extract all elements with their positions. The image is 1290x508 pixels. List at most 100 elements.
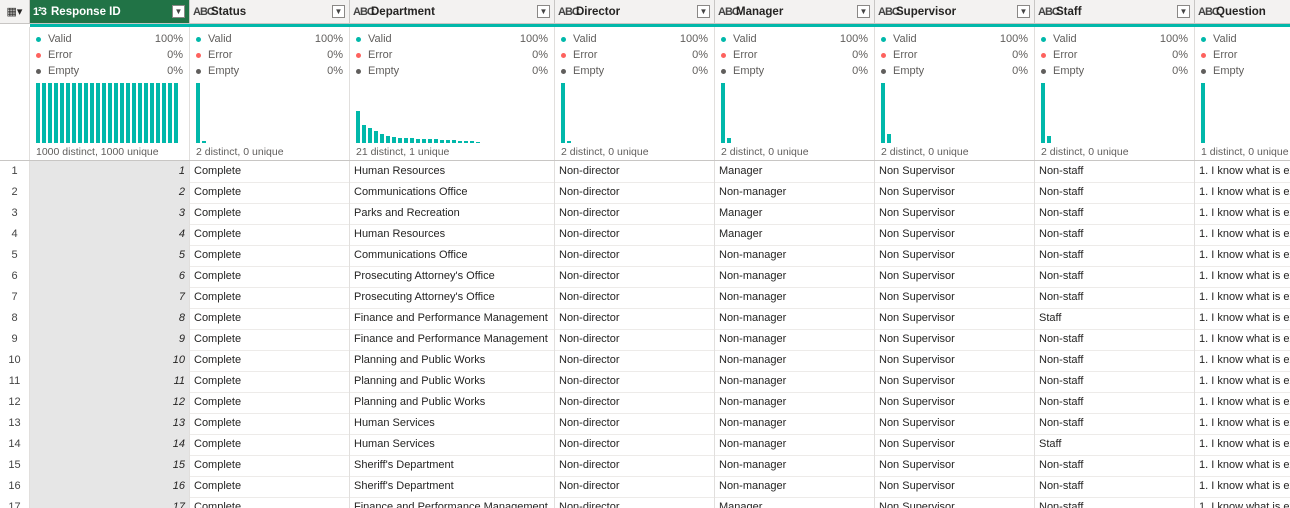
table-cell[interactable]: Manager <box>715 203 875 224</box>
table-cell[interactable]: Complete <box>190 266 350 287</box>
table-cell[interactable]: Complete <box>190 308 350 329</box>
table-cell[interactable]: 5 <box>30 245 190 266</box>
table-cell[interactable]: Human Resources <box>350 161 555 182</box>
table-cell[interactable]: Non Supervisor <box>875 476 1035 497</box>
table-cell[interactable]: Non-director <box>555 413 715 434</box>
row-number[interactable]: 14 <box>0 434 30 455</box>
table-cell[interactable]: Non Supervisor <box>875 266 1035 287</box>
table-cell[interactable]: Non-director <box>555 455 715 476</box>
table-cell[interactable]: Complete <box>190 413 350 434</box>
table-cell[interactable]: Complete <box>190 434 350 455</box>
table-cell[interactable]: Non-staff <box>1035 182 1195 203</box>
table-cell[interactable]: Non Supervisor <box>875 182 1035 203</box>
table-cell[interactable]: 1. I know what is ex <box>1195 413 1290 434</box>
column-header-question[interactable]: ABC Question <box>1195 0 1290 23</box>
table-cell[interactable]: Non-director <box>555 308 715 329</box>
table-cell[interactable]: Non-director <box>555 350 715 371</box>
table-cell[interactable]: 1. I know what is ex <box>1195 392 1290 413</box>
table-cell[interactable]: Non-staff <box>1035 476 1195 497</box>
table-cell[interactable]: 1. I know what is ex <box>1195 308 1290 329</box>
table-cell[interactable]: Non Supervisor <box>875 434 1035 455</box>
table-cell[interactable]: Non Supervisor <box>875 203 1035 224</box>
table-cell[interactable]: Complete <box>190 329 350 350</box>
row-number[interactable]: 1 <box>0 161 30 182</box>
table-cell[interactable]: Non Supervisor <box>875 371 1035 392</box>
row-number[interactable]: 12 <box>0 392 30 413</box>
row-number[interactable]: 13 <box>0 413 30 434</box>
table-cell[interactable]: Non-director <box>555 266 715 287</box>
table-cell[interactable]: Non-staff <box>1035 413 1195 434</box>
table-cell[interactable]: 1. I know what is ex <box>1195 476 1290 497</box>
table-cell[interactable]: 17 <box>30 497 190 508</box>
row-number[interactable]: 2 <box>0 182 30 203</box>
row-number[interactable]: 4 <box>0 224 30 245</box>
table-cell[interactable]: 3 <box>30 203 190 224</box>
table-cell[interactable]: Planning and Public Works <box>350 371 555 392</box>
table-cell[interactable]: Non Supervisor <box>875 329 1035 350</box>
row-number[interactable]: 8 <box>0 308 30 329</box>
table-cell[interactable]: Complete <box>190 350 350 371</box>
table-cell[interactable]: Non-director <box>555 392 715 413</box>
table-cell[interactable]: Manager <box>715 161 875 182</box>
table-cell[interactable]: Non-manager <box>715 455 875 476</box>
row-number[interactable]: 11 <box>0 371 30 392</box>
table-cell[interactable]: Non Supervisor <box>875 413 1035 434</box>
table-cell[interactable]: Prosecuting Attorney's Office <box>350 266 555 287</box>
table-cell[interactable]: 2 <box>30 182 190 203</box>
table-cell[interactable]: 1. I know what is ex <box>1195 182 1290 203</box>
row-number[interactable]: 15 <box>0 455 30 476</box>
table-cell[interactable]: Complete <box>190 245 350 266</box>
table-cell[interactable]: Communications Office <box>350 182 555 203</box>
table-cell[interactable]: Non-staff <box>1035 371 1195 392</box>
filter-dropdown-icon[interactable]: ▼ <box>1017 5 1030 18</box>
filter-dropdown-icon[interactable]: ▼ <box>857 5 870 18</box>
table-cell[interactable]: 8 <box>30 308 190 329</box>
table-cell[interactable]: Non-manager <box>715 350 875 371</box>
column-header-status[interactable]: ABC Status ▼ <box>190 0 350 23</box>
table-cell[interactable]: Non-director <box>555 245 715 266</box>
table-cell[interactable]: Non-manager <box>715 245 875 266</box>
row-number[interactable]: 5 <box>0 245 30 266</box>
column-header-supervisor[interactable]: ABC Supervisor ▼ <box>875 0 1035 23</box>
table-cell[interactable]: Complete <box>190 287 350 308</box>
filter-dropdown-icon[interactable]: ▼ <box>697 5 710 18</box>
table-cell[interactable]: Non-manager <box>715 329 875 350</box>
table-cell[interactable]: Staff <box>1035 308 1195 329</box>
table-cell[interactable]: Non-manager <box>715 182 875 203</box>
table-cell[interactable]: Non-director <box>555 203 715 224</box>
table-cell[interactable]: Non-director <box>555 434 715 455</box>
column-header-director[interactable]: ABC Director ▼ <box>555 0 715 23</box>
table-menu-button[interactable]: ▦▾ <box>0 0 30 23</box>
table-cell[interactable]: Complete <box>190 203 350 224</box>
filter-dropdown-icon[interactable]: ▼ <box>537 5 550 18</box>
table-cell[interactable]: 1. I know what is ex <box>1195 245 1290 266</box>
table-cell[interactable]: Prosecuting Attorney's Office <box>350 287 555 308</box>
table-cell[interactable]: Non-manager <box>715 476 875 497</box>
table-cell[interactable]: 1 <box>30 161 190 182</box>
column-header-staff[interactable]: ABC Staff ▼ <box>1035 0 1195 23</box>
table-cell[interactable]: Non Supervisor <box>875 392 1035 413</box>
table-cell[interactable]: 1. I know what is ex <box>1195 161 1290 182</box>
table-cell[interactable]: Finance and Performance Management <box>350 308 555 329</box>
table-cell[interactable]: Planning and Public Works <box>350 350 555 371</box>
table-cell[interactable]: 1. I know what is ex <box>1195 371 1290 392</box>
table-cell[interactable]: Non Supervisor <box>875 161 1035 182</box>
table-cell[interactable]: Non Supervisor <box>875 287 1035 308</box>
table-cell[interactable]: 1. I know what is ex <box>1195 329 1290 350</box>
table-cell[interactable]: Manager <box>715 224 875 245</box>
table-cell[interactable]: Non-staff <box>1035 161 1195 182</box>
table-cell[interactable]: 1. I know what is ex <box>1195 497 1290 508</box>
row-number[interactable]: 10 <box>0 350 30 371</box>
table-cell[interactable]: Complete <box>190 224 350 245</box>
table-cell[interactable]: Non Supervisor <box>875 497 1035 508</box>
table-cell[interactable]: Non-staff <box>1035 392 1195 413</box>
table-cell[interactable]: Non-director <box>555 497 715 508</box>
column-header-response-id[interactable]: 1²3 Response ID ▼ <box>30 0 190 23</box>
table-cell[interactable]: 1. I know what is ex <box>1195 350 1290 371</box>
row-number[interactable]: 3 <box>0 203 30 224</box>
table-cell[interactable]: Non-staff <box>1035 455 1195 476</box>
table-cell[interactable]: Sheriff's Department <box>350 455 555 476</box>
table-cell[interactable]: Non-staff <box>1035 245 1195 266</box>
table-cell[interactable]: 14 <box>30 434 190 455</box>
table-cell[interactable]: 15 <box>30 455 190 476</box>
